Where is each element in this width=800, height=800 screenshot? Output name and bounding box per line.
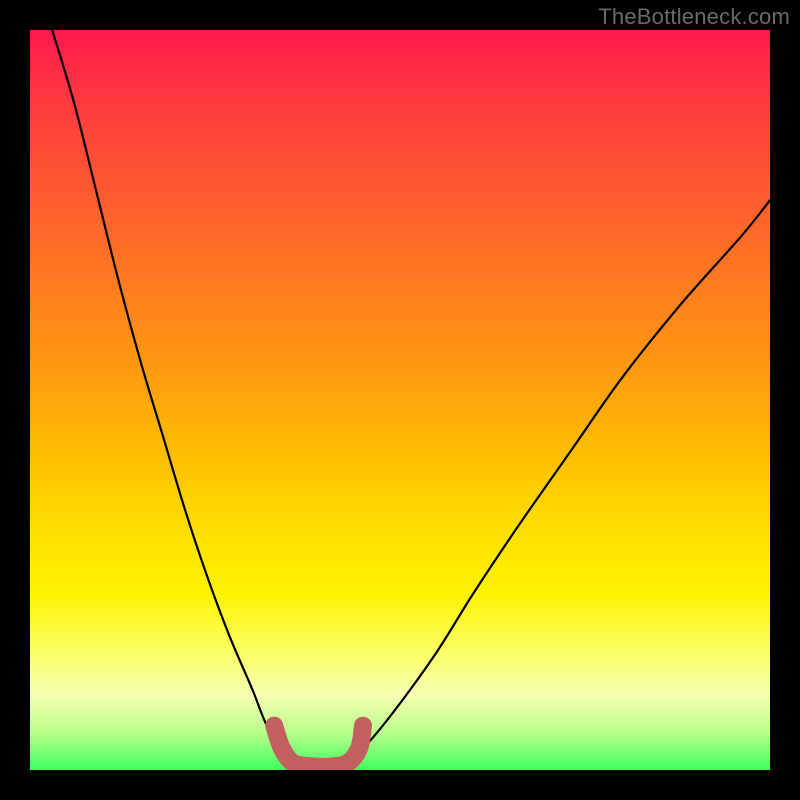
chart-svg <box>30 30 770 770</box>
right-curve <box>348 200 770 762</box>
plot-area <box>30 30 770 770</box>
optimal-dot <box>266 718 282 734</box>
watermark-text: TheBottleneck.com <box>598 4 790 30</box>
chart-frame: TheBottleneck.com <box>0 0 800 800</box>
left-curve <box>52 30 293 763</box>
optimal-band <box>274 726 363 767</box>
